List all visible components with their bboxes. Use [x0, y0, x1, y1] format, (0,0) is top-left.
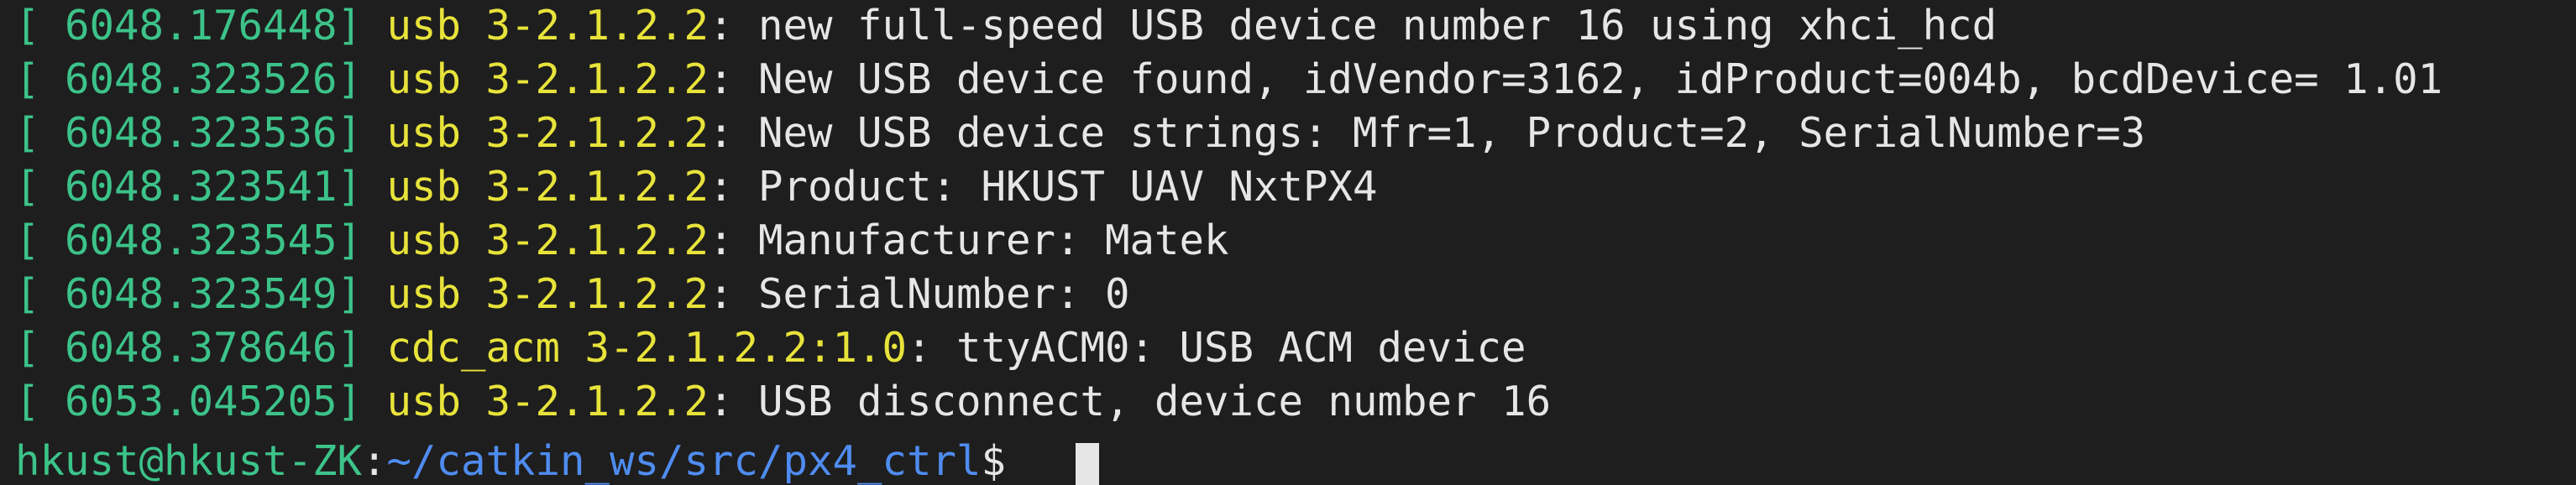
- log-device: usb 3-2.1.2.2: [386, 378, 709, 425]
- log-line-3: [ 6048.323536] usb 3-2.1.2.2: New USB de…: [15, 107, 2145, 159]
- log-timestamp: [ 6053.045205]: [15, 378, 363, 425]
- log-line-4: [ 6048.323541] usb 3-2.1.2.2: Product: H…: [15, 161, 1378, 213]
- log-device: usb 3-2.1.2.2: [386, 2, 709, 50]
- prompt-symbol: $: [981, 437, 1031, 485]
- log-timestamp: [ 6048.323526]: [15, 55, 363, 103]
- prompt-separator: :: [362, 437, 387, 485]
- prompt-path: ~/catkin_ws/src/px4_ctrl: [386, 437, 982, 485]
- log-line-5: [ 6048.323545] usb 3-2.1.2.2: Manufactur…: [15, 215, 1229, 267]
- terminal-window[interactable]: [ 6048.176448] usb 3-2.1.2.2: new full-s…: [0, 0, 2576, 485]
- log-message: : New USB device found, idVendor=3162, i…: [709, 55, 2443, 103]
- log-device: usb 3-2.1.2.2: [386, 55, 709, 103]
- log-device: usb 3-2.1.2.2: [386, 270, 709, 318]
- text-cursor: [1076, 443, 1099, 485]
- prompt-user-host: hkust@hkust-ZK: [15, 437, 363, 485]
- log-timestamp: [ 6048.176448]: [15, 2, 363, 50]
- shell-prompt[interactable]: hkust@hkust-ZK:~/catkin_ws/src/px4_ctrl$: [15, 435, 1031, 485]
- log-message: : USB disconnect, device number 16: [709, 378, 1552, 425]
- log-timestamp: [ 6048.323536]: [15, 109, 363, 157]
- log-message: : New USB device strings: Mfr=1, Product…: [709, 109, 2146, 157]
- log-message: : Manufacturer: Matek: [709, 216, 1229, 264]
- log-line-1: [ 6048.176448] usb 3-2.1.2.2: new full-s…: [15, 0, 1997, 52]
- log-timestamp: [ 6048.323549]: [15, 270, 363, 318]
- log-timestamp: [ 6048.378646]: [15, 324, 363, 372]
- log-device: usb 3-2.1.2.2: [386, 109, 709, 157]
- log-message: : new full-speed USB device number 16 us…: [709, 2, 1997, 50]
- log-message: : ttyACM0: USB ACM device: [907, 324, 1526, 372]
- log-line-2: [ 6048.323526] usb 3-2.1.2.2: New USB de…: [15, 54, 2442, 106]
- log-timestamp: [ 6048.323545]: [15, 216, 363, 264]
- log-line-7: [ 6048.378646] cdc_acm 3-2.1.2.2:1.0: tt…: [15, 322, 1526, 374]
- log-message: : SerialNumber: 0: [709, 270, 1130, 318]
- log-timestamp: [ 6048.323541]: [15, 163, 363, 211]
- log-message: : Product: HKUST UAV NxtPX4: [709, 163, 1378, 211]
- log-line-6: [ 6048.323549] usb 3-2.1.2.2: SerialNumb…: [15, 269, 1130, 321]
- log-device: usb 3-2.1.2.2: [386, 163, 709, 211]
- log-device: cdc_acm 3-2.1.2.2:1.0: [386, 324, 908, 372]
- log-line-8: [ 6053.045205] usb 3-2.1.2.2: USB discon…: [15, 376, 1551, 428]
- log-device: usb 3-2.1.2.2: [386, 216, 709, 264]
